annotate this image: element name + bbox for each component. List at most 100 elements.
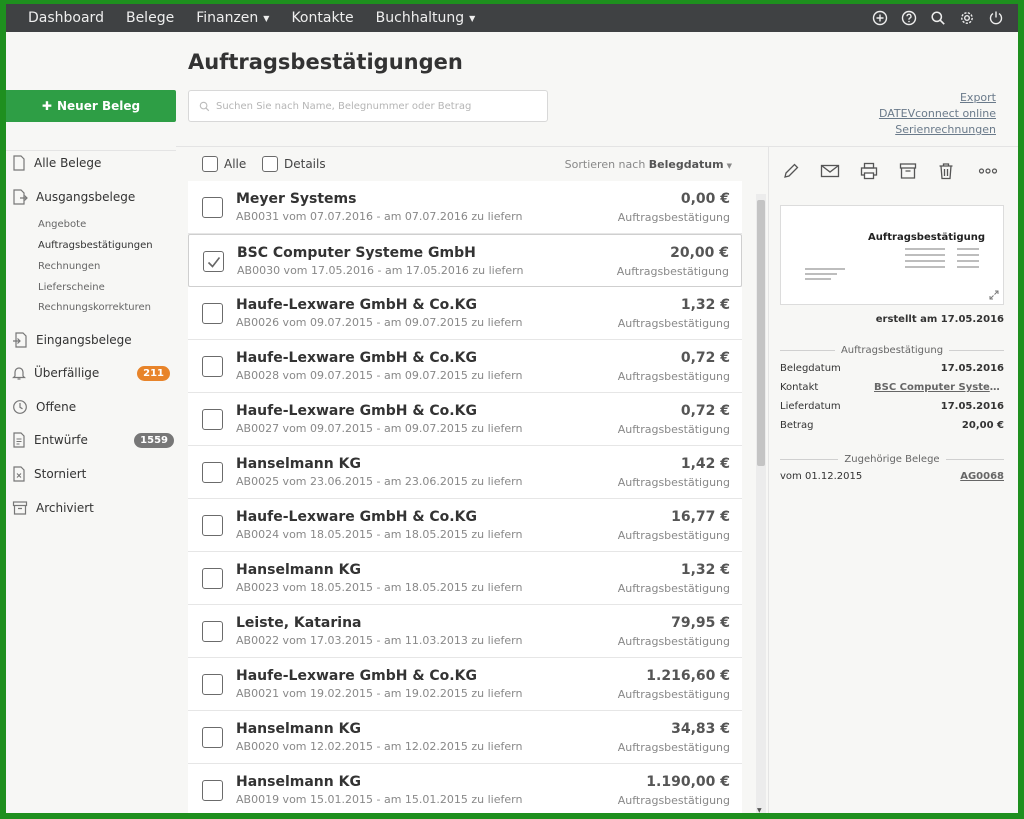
nav-finanzen[interactable]: Finanzen ▼: [196, 10, 269, 26]
field-belegdatum: Belegdatum 17.05.2016: [780, 363, 1004, 374]
nav-dashboard[interactable]: Dashboard: [28, 10, 104, 26]
help-icon[interactable]: [901, 10, 917, 26]
divider: [768, 146, 769, 813]
sidebar-item-entwuerfe[interactable]: Entwürfe 1559: [12, 430, 174, 450]
nav-buchhaltung[interactable]: Buchhaltung ▼: [376, 10, 476, 26]
bell-icon: [12, 367, 26, 380]
trash-icon[interactable]: [938, 162, 954, 180]
sidebar-item-eingangsbelege[interactable]: Eingangsbelege: [12, 330, 174, 350]
contact-link[interactable]: BSC Computer Systeme GmbH: [874, 382, 1004, 393]
table-row[interactable]: Haufe-Lexware GmbH & Co.KG AB0021 vom 19.…: [188, 658, 742, 711]
row-checkbox[interactable]: [202, 568, 223, 589]
sidebar-item-ausgangsbelege[interactable]: Ausgangsbelege: [12, 187, 174, 207]
gear-icon[interactable]: [959, 10, 975, 26]
table-row[interactable]: Haufe-Lexware GmbH & Co.KG AB0028 vom 09.…: [188, 340, 742, 393]
preview-line: [957, 248, 979, 250]
table-row[interactable]: BSC Computer Systeme GmbH AB0030 vom 17.0…: [188, 234, 742, 287]
row-document-info: AB0024 vom 18.05.2015 - am 18.05.2015 zu…: [236, 528, 523, 541]
sidebar-subitem-angebote[interactable]: Angebote: [38, 219, 86, 230]
sort-dropdown[interactable]: Sortieren nach Belegdatum ▼: [565, 158, 732, 171]
sidebar-item-archiviert[interactable]: Archiviert: [12, 498, 174, 518]
search-icon[interactable]: [930, 10, 946, 26]
table-row[interactable]: Hanselmann KG AB0019 vom 15.01.2015 - am …: [188, 764, 742, 813]
row-checkbox[interactable]: [202, 621, 223, 642]
archive-icon[interactable]: [899, 162, 917, 180]
more-icon[interactable]: [978, 162, 998, 180]
select-all-checkbox[interactable]: Alle: [202, 156, 246, 172]
row-amount: 1.190,00 €: [646, 774, 730, 790]
table-row[interactable]: Haufe-Lexware GmbH & Co.KG AB0027 vom 09.…: [188, 393, 742, 446]
sidebar-item-alle-belege[interactable]: Alle Belege: [12, 153, 174, 173]
sidebar-subitem-lieferscheine[interactable]: Lieferscheine: [38, 282, 105, 293]
table-row[interactable]: Leiste, Katarina AB0022 vom 17.03.2015 - …: [188, 605, 742, 658]
topbar-icons: [859, 4, 1004, 32]
sidebar-item-ueberfaellige[interactable]: Überfällige 211: [12, 363, 174, 383]
related-document-link[interactable]: AG0068: [960, 471, 1004, 482]
table-row[interactable]: Meyer Systems AB0031 vom 07.07.2016 - am …: [188, 181, 742, 234]
row-document-info: AB0020 vom 12.02.2015 - am 12.02.2015 zu…: [236, 740, 523, 753]
divider: [6, 150, 176, 151]
checkbox[interactable]: [202, 156, 218, 172]
search-input[interactable]: [216, 100, 536, 112]
datev-link[interactable]: DATEVconnect online: [879, 106, 996, 122]
print-icon[interactable]: [860, 162, 878, 180]
table-row[interactable]: Hanselmann KG AB0020 vom 12.02.2015 - am …: [188, 711, 742, 764]
table-row[interactable]: Haufe-Lexware GmbH & Co.KG AB0024 vom 18.…: [188, 499, 742, 552]
scrollbar-thumb[interactable]: [757, 200, 765, 466]
row-document-type: Auftragsbestätigung: [617, 211, 730, 224]
checkbox[interactable]: [262, 156, 278, 172]
table-row[interactable]: Hanselmann KG AB0025 vom 23.06.2015 - am …: [188, 446, 742, 499]
expand-icon[interactable]: [989, 290, 999, 300]
field-betrag: Betrag 20,00 €: [780, 420, 1004, 431]
divider: [176, 146, 1018, 147]
row-document-info: AB0019 vom 15.01.2015 - am 15.01.2015 zu…: [236, 793, 523, 806]
serienrechnungen-link[interactable]: Serienrechnungen: [879, 122, 996, 138]
created-date: erstellt am 17.05.2016: [875, 314, 1004, 325]
detail-toolbar: [782, 160, 1008, 184]
row-checkbox[interactable]: [202, 303, 223, 324]
new-document-button[interactable]: ✚ Neuer Beleg: [6, 90, 176, 122]
row-checkbox[interactable]: [202, 356, 223, 377]
sidebar-subitem-rechnungskorrekturen[interactable]: Rechnungskorrekturen: [38, 302, 151, 313]
row-checkbox[interactable]: [202, 727, 223, 748]
preview-line: [905, 266, 945, 268]
row-checkbox[interactable]: [203, 251, 224, 272]
row-checkbox[interactable]: [202, 515, 223, 536]
chevron-down-icon: ▼: [726, 162, 732, 170]
details-checkbox[interactable]: Details: [262, 156, 326, 172]
table-row[interactable]: Haufe-Lexware GmbH & Co.KG AB0026 vom 09.…: [188, 287, 742, 340]
document-preview[interactable]: Auftragsbestätigung: [780, 205, 1004, 305]
export-link[interactable]: Export: [879, 90, 996, 106]
mail-icon[interactable]: [820, 162, 840, 180]
nav-kontakte[interactable]: Kontakte: [291, 10, 353, 26]
row-document-type: Auftragsbestätigung: [617, 370, 730, 383]
plus-circle-icon[interactable]: [872, 10, 888, 26]
row-amount: 16,77 €: [671, 509, 730, 525]
preview-line: [805, 278, 831, 280]
power-icon[interactable]: [988, 10, 1004, 26]
row-contact-name: Meyer Systems: [236, 191, 357, 207]
row-checkbox[interactable]: [202, 197, 223, 218]
sidebar-subitem-auftragsbestaetigungen[interactable]: Auftragsbestätigungen: [38, 240, 153, 251]
chevron-down-icon: ▼: [469, 13, 476, 23]
row-amount: 79,95 €: [671, 615, 730, 631]
table-row[interactable]: Hanselmann KG AB0023 vom 18.05.2015 - am …: [188, 552, 742, 605]
scroll-down-arrow-icon[interactable]: ▼: [757, 807, 762, 813]
nav-belege[interactable]: Belege: [126, 10, 174, 26]
preview-title: Auftragsbestätigung: [868, 232, 985, 243]
row-checkbox[interactable]: [202, 462, 223, 483]
row-contact-name: Haufe-Lexware GmbH & Co.KG: [236, 297, 477, 313]
row-document-info: AB0026 vom 09.07.2015 - am 09.07.2015 zu…: [236, 316, 523, 329]
sidebar-subitem-rechnungen[interactable]: Rechnungen: [38, 261, 100, 272]
row-checkbox[interactable]: [202, 409, 223, 430]
row-document-type: Auftragsbestätigung: [617, 317, 730, 330]
row-amount: 0,72 €: [680, 403, 730, 419]
sidebar-item-storniert[interactable]: Storniert: [12, 464, 174, 484]
search-box[interactable]: [188, 90, 548, 122]
row-checkbox[interactable]: [202, 674, 223, 695]
row-contact-name: Haufe-Lexware GmbH & Co.KG: [236, 509, 477, 525]
sidebar-item-offene[interactable]: Offene: [12, 397, 174, 417]
edit-icon[interactable]: [782, 162, 800, 180]
row-checkbox[interactable]: [202, 780, 223, 801]
preview-line: [957, 260, 979, 262]
